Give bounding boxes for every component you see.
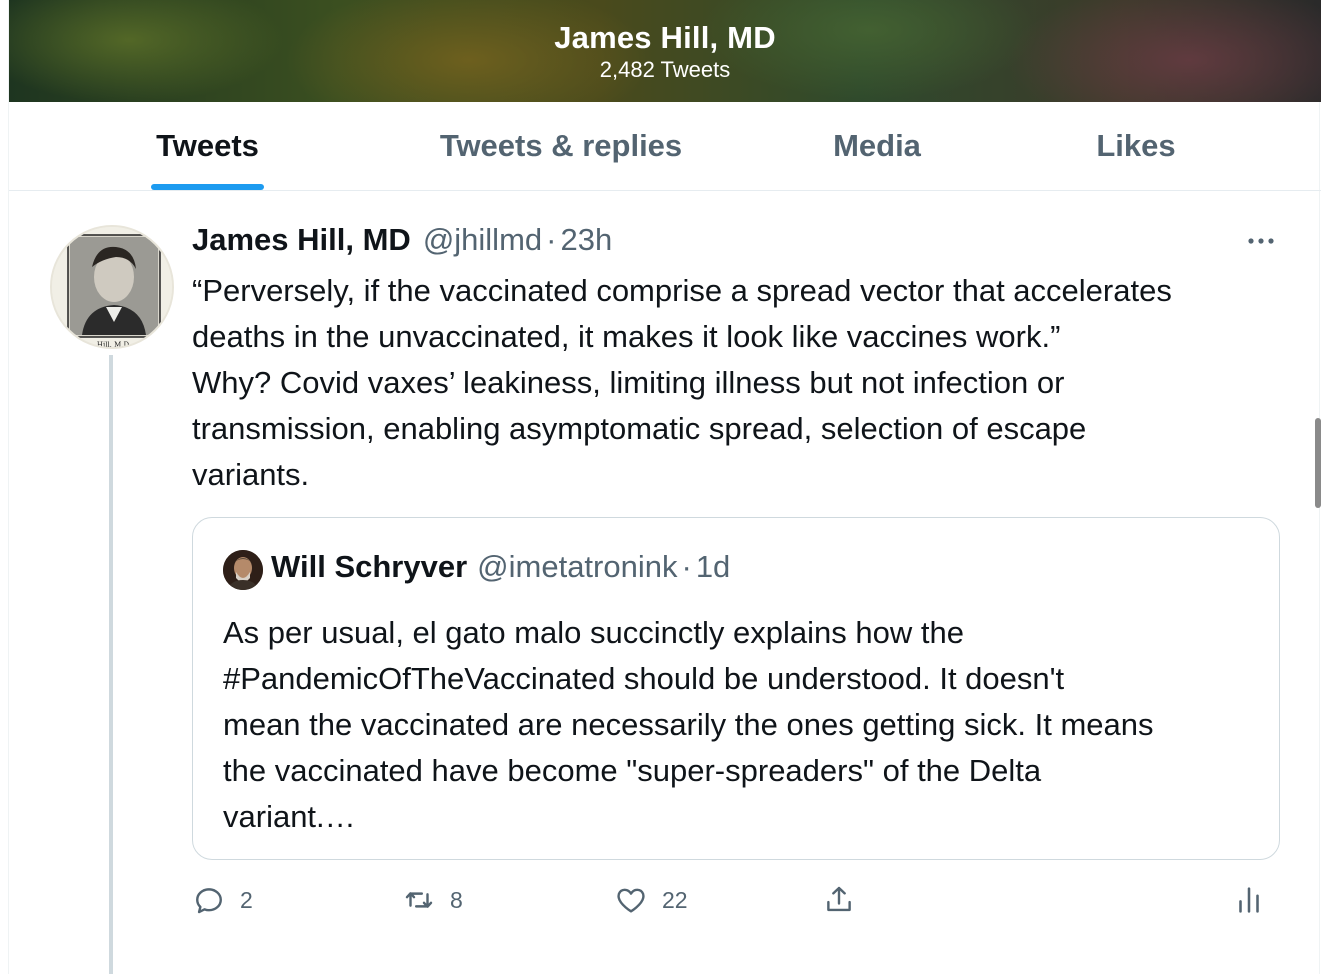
quoted-tweet-text: As per usual, el gato malo succinctly ex…	[223, 610, 1263, 840]
quoted-tweet-card[interactable]: Will Schryver @imetatronink · 1d As per …	[192, 517, 1280, 860]
quoted-text-line: variant.…	[223, 799, 356, 834]
quoted-author-name: Will Schryver	[271, 549, 468, 584]
tweet-text: “Perversely, if the vaccinated comprise …	[192, 268, 1302, 498]
tweet-count: 2,482 Tweets	[599, 57, 731, 82]
retweet-button[interactable]: 8	[402, 875, 463, 925]
like-button[interactable]: 22	[614, 875, 688, 925]
separator-dot: ·	[681, 549, 692, 584]
analytics-icon	[1239, 887, 1259, 913]
tweet-text-line: transmission, enabling asymptomatic spre…	[192, 411, 1087, 446]
heart-icon	[617, 888, 645, 913]
tweet-actions-bar: 2 8 22	[192, 875, 1292, 925]
tab-tweets-and-replies[interactable]: Tweets & replies	[429, 102, 693, 190]
tab-tweets[interactable]: Tweets	[151, 102, 264, 190]
quoted-author-handle: @imetatronink	[477, 549, 678, 584]
reply-count: 2	[240, 886, 253, 913]
tab-label: Tweets	[156, 128, 259, 163]
quoted-text-line: the vaccinated have become "super-spread…	[223, 753, 1042, 788]
avatar-caption: Hill, M.D.	[97, 341, 131, 349]
share-button[interactable]	[822, 875, 856, 925]
quoted-text-line: As per usual, el gato malo succinctly ex…	[223, 615, 964, 650]
tab-likes[interactable]: Likes	[1091, 102, 1181, 190]
quoted-text-line: #PandemicOfTheVaccinated should be under…	[223, 661, 1065, 696]
tweet-text-line: “Perversely, if the vaccinated comprise …	[192, 273, 1172, 308]
quoted-author-avatar	[223, 550, 263, 590]
separator-dot: ·	[546, 222, 557, 257]
active-tab-indicator	[151, 184, 264, 190]
reply-icon	[196, 888, 222, 914]
author-name[interactable]: James Hill, MD	[192, 222, 411, 258]
tweet-timestamp[interactable]: 23h	[560, 222, 612, 258]
retweet-count: 8	[450, 886, 463, 913]
tweet-text-line: Why? Covid vaxes’ leakiness, limiting il…	[192, 365, 1065, 400]
analytics-button[interactable]	[1232, 875, 1266, 925]
tweet-text-line: variants.	[192, 457, 310, 492]
quoted-text-line: mean the vaccinated are necessarily the …	[223, 707, 1154, 742]
reply-button[interactable]: 2	[192, 875, 253, 925]
tweet-header: James Hill, MD @jhillmd · 23h	[192, 222, 612, 262]
quoted-tweet-timestamp: 1d	[695, 549, 731, 584]
tab-label: Media	[833, 128, 921, 163]
profile-tabs: Tweets Tweets & replies Media Likes	[9, 102, 1321, 191]
tab-label: Likes	[1096, 128, 1176, 163]
scrollbar-thumb[interactable]	[1315, 418, 1321, 508]
author-handle[interactable]: @jhillmd	[423, 222, 542, 258]
retweet-icon	[405, 892, 433, 908]
profile-timeline: James Hill, MD 2,482 Tweets Tweets Tweet…	[8, 0, 1321, 974]
more-dots-icon[interactable]	[1244, 229, 1278, 253]
share-icon	[827, 886, 851, 912]
quoted-tweet-header: Will Schryver @imetatronink · 1d	[271, 549, 730, 585]
tab-label: Tweets & replies	[439, 128, 683, 163]
like-count: 22	[662, 886, 688, 913]
avatar-photo: Hill, M.D.	[52, 227, 172, 349]
author-avatar[interactable]: Hill, M.D.	[50, 225, 174, 349]
profile-header-banner: James Hill, MD 2,482 Tweets	[9, 0, 1321, 102]
profile-name: James Hill, MD	[554, 20, 776, 55]
thread-connector-line	[109, 355, 113, 974]
tab-media[interactable]: Media	[821, 102, 933, 190]
tweet-text-line: deaths in the unvaccinated, it makes it …	[192, 319, 1061, 354]
